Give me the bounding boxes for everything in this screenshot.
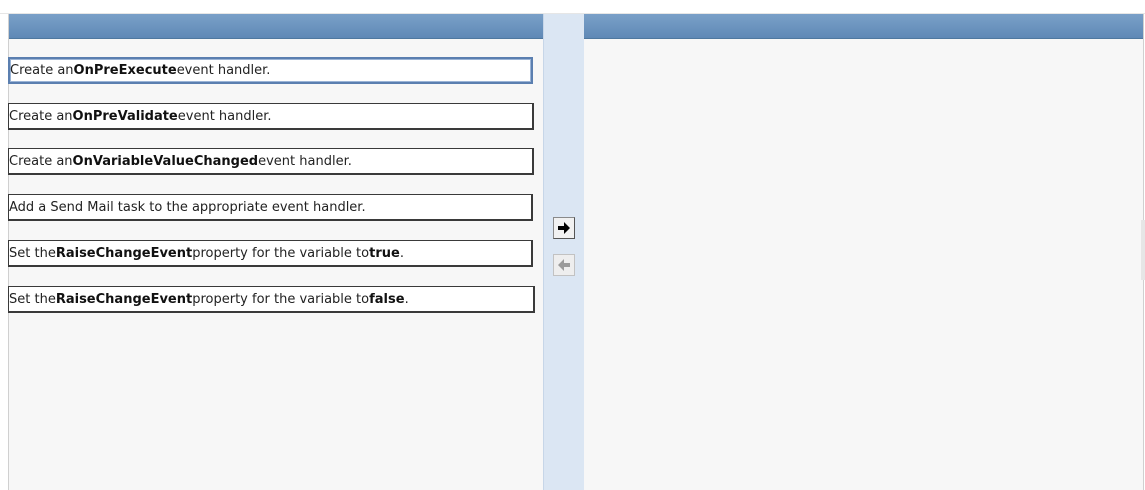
arrow-left-icon [558,259,570,271]
choice-keyword: true [369,245,400,261]
choices-panel-header [9,14,544,39]
choice-text: Add a Send Mail task to the appropriate … [9,199,366,215]
choice-text: property for the variable to [192,245,370,261]
choice-keyword: OnPreValidate [72,108,178,124]
choice-item-raisechangeevent-true[interactable]: Set the RaiseChangeEvent property for th… [8,240,533,267]
choice-item-onprevalidate[interactable]: Create an OnPreValidate event handler. [8,103,534,130]
choice-text: Create an [9,153,73,169]
choice-text: Set the [9,291,56,307]
choice-text: Create an [10,63,74,78]
choice-text: Set the [9,245,56,261]
choice-text: property for the variable to [192,291,370,307]
window-edge [1141,220,1145,280]
choice-item-send-mail-task[interactable]: Add a Send Mail task to the appropriate … [8,194,533,221]
choice-keyword: OnVariableValueChanged [72,153,259,169]
choice-text: . [404,291,409,307]
choice-keyword: RaiseChangeEvent [55,245,193,261]
choice-keyword: false [369,291,405,307]
choice-text: . [399,245,404,261]
move-left-button[interactable] [553,254,575,276]
choice-keyword: RaiseChangeEvent [55,291,193,307]
answer-area-panel[interactable] [584,14,1144,490]
choice-keyword: OnPreExecute [73,63,177,78]
choice-item-raisechangeevent-false[interactable]: Set the RaiseChangeEvent property for th… [8,286,535,313]
choice-item-onpreexecute[interactable]: Create an OnPreExecute event handler. [8,57,533,84]
answer-panel-header [584,14,1143,39]
choice-text: event handler. [176,63,271,78]
choice-text: Create an [9,108,73,124]
divider-column [543,14,586,490]
choice-text: event handler. [177,108,272,124]
choice-item-onvariablevaluechanged[interactable]: Create an OnVariableValueChanged event h… [8,148,534,175]
choice-text: event handler. [258,153,352,169]
top-strip [0,0,1145,14]
move-right-button[interactable] [553,217,575,239]
arrow-right-icon [558,222,570,234]
